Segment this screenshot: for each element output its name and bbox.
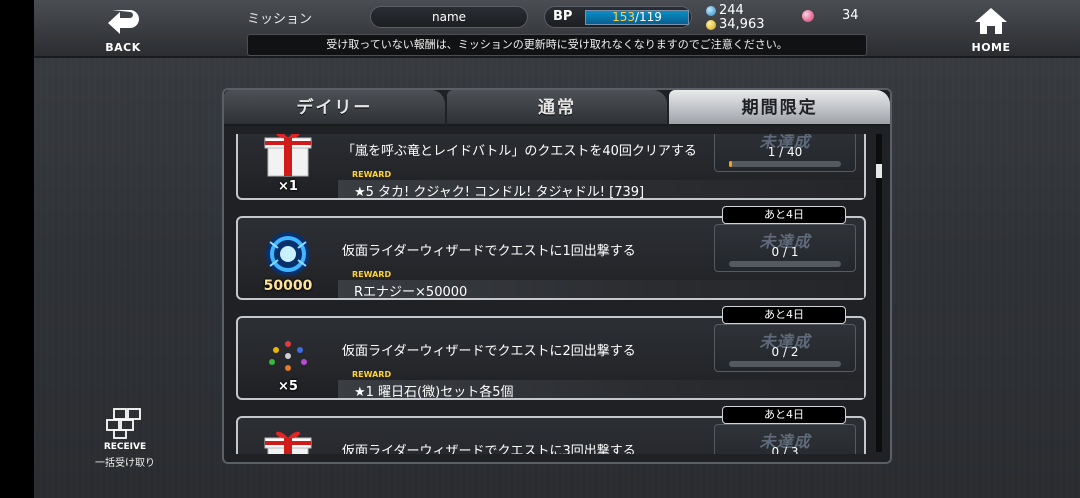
mission-title: 仮面ライダーウィザードでクエストに3回出撃する (342, 444, 636, 454)
mission-status: 未達成 0 / 1 (714, 224, 856, 272)
progress-text: 1 / 40 (767, 145, 803, 159)
home-label: HOME (971, 41, 1011, 54)
reward-tag: REWARD (352, 270, 392, 279)
days-left-badge: あと4日 (722, 406, 846, 424)
progress-text: 0 / 3 (771, 445, 799, 454)
reward-quantity: 50000 (263, 278, 313, 294)
progress-text: 0 / 2 (771, 345, 799, 359)
red-stone-counter: 34 (802, 8, 859, 23)
progress-fill (729, 161, 732, 167)
gem-count: 244 (719, 3, 744, 18)
reward-tag: REWARD (352, 170, 392, 179)
progress-text: 0 / 1 (771, 245, 799, 259)
mission-screen: BACK ミッション name BP 153/119 244 34,963 34 (34, 0, 1080, 498)
coin-counter: 34,963 (706, 17, 765, 32)
gem-icon (706, 5, 716, 16)
receive-all-label: RECEIVE (103, 442, 147, 452)
days-left-badge: あと4日 (722, 306, 846, 324)
bp-meter: BP 153/119 (544, 6, 692, 28)
day-stones-icon: ×5 (248, 324, 328, 394)
reward-quantity: ×5 (278, 379, 298, 394)
scroll-thumb[interactable] (876, 164, 882, 178)
notice-banner: 受け取っていない報酬は、ミッションの更新時に受け取れなくなりますのでご注意くださ… (247, 34, 867, 56)
reward-text: ★1 曜日石(微)セット各5個 (354, 385, 514, 400)
reward-quantity: ×1 (278, 179, 298, 194)
gem-counter: 244 (706, 3, 744, 18)
progress-bar (729, 261, 841, 267)
receive-all-button[interactable]: RECEIVE 一括受け取り (90, 406, 160, 469)
back-label: BACK (105, 41, 141, 54)
receive-all-sublabel: 一括受け取り (95, 458, 155, 469)
progress-bar (729, 361, 841, 367)
page-title: ミッション (247, 12, 313, 27)
gift-box-icon: ×1 (248, 134, 328, 194)
mission-panel: デイリー 通常 期間限定 ×1 「嵐を呼ぶ竜とレイドバトル」のクエストを40回ク… (222, 88, 892, 464)
coin-icon (706, 19, 716, 30)
mission-scrollbar[interactable] (876, 134, 882, 452)
mission-card: 50000 仮面ライダーウィザードでクエストに1回出撃する REWARD Rエナ… (236, 216, 866, 300)
reward-tag: REWARD (352, 370, 392, 379)
mission-status: 未達成 0 / 3 (714, 424, 856, 454)
bp-label: BP (553, 9, 573, 24)
reward-text: Rエナジー×50000 (354, 285, 468, 300)
gift-box-icon (248, 424, 328, 454)
mission-status: 未達成 0 / 2 (714, 324, 856, 372)
tab-limited[interactable]: 期間限定 (669, 90, 891, 126)
reward-text: ★5 タカ! クジャク! コンドル! タジャドル! [739] (354, 185, 645, 200)
mission-list[interactable]: ×1 「嵐を呼ぶ竜とレイドバトル」のクエストを40回クリアする REWARD ★… (236, 134, 868, 454)
red-stone-icon (802, 9, 814, 22)
coin-count: 34,963 (719, 17, 765, 32)
mission-tabs: デイリー 通常 期間限定 (224, 90, 891, 128)
tab-daily[interactable]: デイリー (224, 90, 445, 126)
back-button[interactable]: BACK (96, 6, 150, 54)
mission-title: 「嵐を呼ぶ竜とレイドバトル」のクエストを40回クリアする (342, 144, 697, 159)
home-button[interactable]: HOME (964, 6, 1018, 54)
days-left-badge: あと4日 (722, 206, 846, 224)
back-arrow-icon (108, 10, 139, 34)
mission-card: ×1 「嵐を呼ぶ竜とレイドバトル」のクエストを40回クリアする REWARD ★… (236, 134, 866, 200)
mission-title: 仮面ライダーウィザードでクエストに1回出撃する (342, 244, 636, 259)
progress-bar (729, 161, 841, 167)
player-name: name (370, 6, 528, 28)
bp-bar: 153/119 (585, 10, 689, 25)
mission-card: ×5 仮面ライダーウィザードでクエストに2回出撃する REWARD ★1 曜日石… (236, 316, 866, 400)
home-icon (975, 8, 1007, 34)
gift-stack-icon (106, 408, 141, 439)
energy-orb-icon: 50000 (248, 224, 328, 294)
bp-value: 153/119 (612, 10, 662, 24)
mission-title: 仮面ライダーウィザードでクエストに2回出撃する (342, 344, 636, 359)
red-stone-count: 34 (842, 8, 859, 23)
tab-normal[interactable]: 通常 (446, 90, 668, 126)
mission-status: 未達成 1 / 40 (714, 134, 856, 172)
